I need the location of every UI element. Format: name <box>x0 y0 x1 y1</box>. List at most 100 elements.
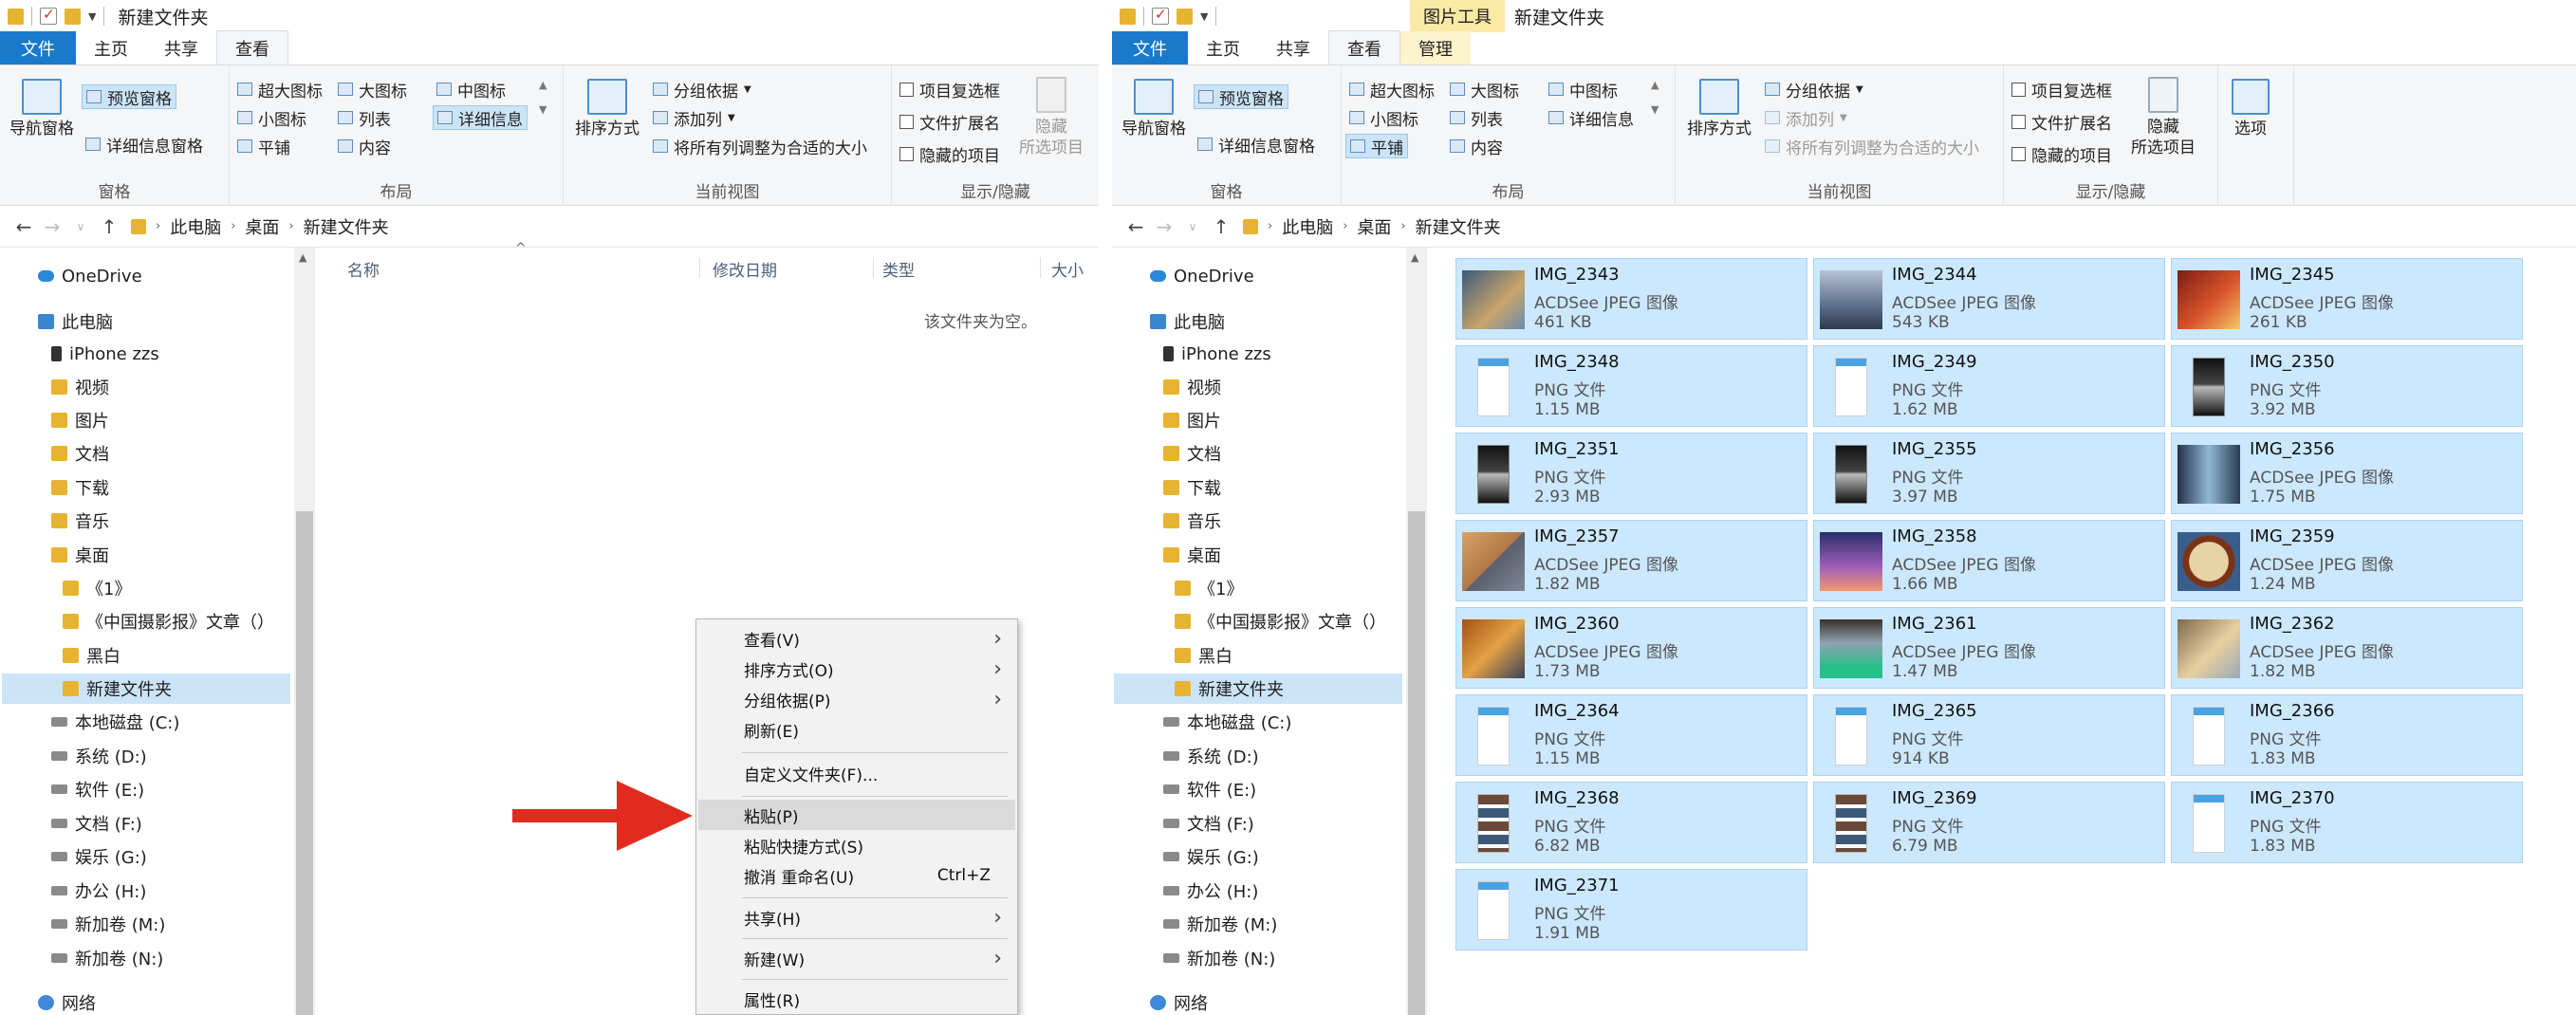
chevron-right-icon[interactable]: › <box>231 219 235 233</box>
up-arrow-icon[interactable]: ↑ <box>1207 215 1235 238</box>
column-header-date[interactable]: 修改日期 <box>713 248 777 289</box>
scrollbar-thumb[interactable] <box>296 511 313 1015</box>
sidebar-item-documents[interactable]: 文档 <box>51 438 119 469</box>
tab-home[interactable]: 主页 <box>1188 31 1258 65</box>
file-tile[interactable]: IMG_2355 PNG 文件 3.97 MB <box>1813 433 2165 514</box>
sidebar-scrollbar[interactable]: ▲ <box>1406 248 1427 1015</box>
column-header-type[interactable]: 类型 <box>882 248 915 289</box>
tab-file[interactable]: 文件 <box>1112 31 1188 65</box>
sidebar-item-desktop[interactable]: 桌面 <box>51 540 119 570</box>
layout-large-icons[interactable]: 大图标 <box>338 77 407 102</box>
hidden-items-toggle[interactable]: 隐藏的项目 <box>2011 141 2112 166</box>
sidebar-scrollbar[interactable]: ▲ <box>294 248 315 1015</box>
breadcrumb-item[interactable]: 新建文件夹 <box>1416 214 1501 239</box>
preview-pane-button[interactable]: 预览窗格 <box>82 84 176 109</box>
group-by-button[interactable]: 分组依据 ▼ <box>1765 77 1863 102</box>
file-tile[interactable]: IMG_2351 PNG 文件 2.93 MB <box>1455 433 1807 514</box>
sidebar-item-drive-n[interactable]: 新加卷 (N:) <box>1163 943 1285 973</box>
gallery-scroll-icon[interactable]: ▲ ▼ <box>1651 79 1659 116</box>
properties-icon[interactable] <box>1152 6 1169 25</box>
sidebar-item-this-pc[interactable]: 此电脑 <box>38 306 122 337</box>
item-checkboxes-toggle[interactable]: 项目复选框 <box>899 77 1000 102</box>
scrollbar-thumb[interactable] <box>1408 511 1425 1015</box>
layout-content[interactable]: 内容 <box>1450 134 1503 158</box>
tab-file[interactable]: 文件 <box>0 31 76 65</box>
back-arrow-icon[interactable]: ← <box>9 215 38 238</box>
file-extensions-toggle[interactable]: 文件扩展名 <box>2011 109 2112 134</box>
recent-dropdown-icon[interactable]: ∨ <box>1178 220 1207 233</box>
sidebar-item-drive-g[interactable]: 娱乐 (G:) <box>1163 841 1269 872</box>
layout-medium-icons[interactable]: 中图标 <box>1548 77 1618 102</box>
up-arrow-icon[interactable]: ↑ <box>95 215 123 238</box>
menu-item-share[interactable]: 共享(H) › <box>698 902 1015 932</box>
options-button[interactable]: 选项 <box>2232 79 2270 139</box>
sidebar-item-folder-1[interactable]: 《1》 <box>1175 573 1252 603</box>
breadcrumb-item[interactable]: 新建文件夹 <box>304 214 389 239</box>
sidebar-item-drive-g[interactable]: 娱乐 (G:) <box>51 841 157 872</box>
sidebar-item-music[interactable]: 音乐 <box>51 506 119 536</box>
chevron-right-icon[interactable]: › <box>1268 219 1272 233</box>
sidebar-item-folder-1[interactable]: 《1》 <box>63 573 140 603</box>
menu-item-refresh[interactable]: 刷新(E) <box>698 714 1015 745</box>
file-extensions-toggle[interactable]: 文件扩展名 <box>899 109 1000 134</box>
hide-selected-button[interactable]: 隐藏 所选项目 <box>1019 77 1084 158</box>
file-tile[interactable]: IMG_2369 PNG 文件 6.79 MB <box>1813 782 2165 863</box>
details-pane-button[interactable]: 详细信息窗格 <box>1197 132 1315 157</box>
breadcrumb-item[interactable]: 此电脑 <box>170 214 221 239</box>
preview-pane-button[interactable]: 预览窗格 <box>1194 84 1288 109</box>
file-tile[interactable]: IMG_2368 PNG 文件 6.82 MB <box>1455 782 1807 863</box>
menu-item-view[interactable]: 查看(V) › <box>698 623 1015 654</box>
gallery-scroll-icon[interactable]: ▲ ▼ <box>539 79 547 116</box>
sidebar-item-iphone[interactable]: iPhone zzs <box>1163 339 1281 369</box>
sidebar-item-drive-c[interactable]: 本地磁盘 (C:) <box>1163 707 1301 737</box>
file-tile[interactable]: IMG_2357 ACDSee JPEG 图像 1.82 MB <box>1455 520 1807 601</box>
tab-view[interactable]: 查看 <box>216 30 288 65</box>
sidebar-item-drive-d[interactable]: 系统 (D:) <box>51 741 157 771</box>
file-tile[interactable]: IMG_2360 ACDSee JPEG 图像 1.73 MB <box>1455 607 1807 689</box>
sidebar-item-folder-bw[interactable]: 黑白 <box>63 640 130 671</box>
recent-dropdown-icon[interactable]: ∨ <box>66 220 95 233</box>
nav-pane-button[interactable]: 导航窗格 <box>1121 79 1186 139</box>
sidebar-item-downloads[interactable]: 下载 <box>51 472 119 503</box>
sidebar-item-network[interactable]: 网络 <box>1150 987 1217 1015</box>
sidebar-item-documents[interactable]: 文档 <box>1163 438 1231 469</box>
layout-list[interactable]: 列表 <box>338 105 391 130</box>
sort-by-button[interactable]: 排序方式 <box>575 79 639 139</box>
menu-item-sort[interactable]: 排序方式(O) › <box>698 654 1015 684</box>
file-tile[interactable]: IMG_2371 PNG 文件 1.91 MB <box>1455 869 1807 950</box>
sidebar-item-downloads[interactable]: 下载 <box>1163 472 1231 503</box>
sidebar-item-drive-f[interactable]: 文档 (F:) <box>51 808 152 839</box>
file-tile[interactable]: IMG_2348 PNG 文件 1.15 MB <box>1455 345 1807 427</box>
breadcrumb-item[interactable]: 桌面 <box>1357 214 1391 239</box>
scroll-up-icon[interactable]: ▲ <box>299 251 306 264</box>
hide-selected-button[interactable]: 隐藏 所选项目 <box>2131 77 2196 158</box>
file-tile[interactable]: IMG_2345 ACDSee JPEG 图像 261 KB <box>2171 258 2523 340</box>
menu-item-group[interactable]: 分组依据(P) › <box>698 684 1015 714</box>
chevron-right-icon[interactable]: › <box>1400 219 1405 233</box>
forward-arrow-icon[interactable]: → <box>1150 215 1178 238</box>
file-tile[interactable]: IMG_2362 ACDSee JPEG 图像 1.82 MB <box>2171 607 2523 689</box>
forward-arrow-icon[interactable]: → <box>38 215 66 238</box>
sidebar-item-drive-d[interactable]: 系统 (D:) <box>1163 741 1269 771</box>
sidebar-item-drive-c[interactable]: 本地磁盘 (C:) <box>51 707 189 737</box>
file-tile[interactable]: IMG_2349 PNG 文件 1.62 MB <box>1813 345 2165 427</box>
item-checkboxes-toggle[interactable]: 项目复选框 <box>2011 77 2112 102</box>
sidebar-item-drive-f[interactable]: 文档 (F:) <box>1163 808 1264 839</box>
layout-xl-icons[interactable]: 超大图标 <box>1349 77 1435 102</box>
menu-item-undo[interactable]: 撤消 重命名(U) Ctrl+Z <box>698 860 1015 891</box>
file-tile[interactable]: IMG_2364 PNG 文件 1.15 MB <box>1455 694 1807 776</box>
sidebar-item-drive-m[interactable]: 新加卷 (M:) <box>51 909 175 939</box>
properties-icon[interactable] <box>40 6 57 25</box>
file-tile[interactable]: IMG_2359 ACDSee JPEG 图像 1.24 MB <box>2171 520 2523 601</box>
file-tile[interactable]: IMG_2350 PNG 文件 3.92 MB <box>2171 345 2523 427</box>
sidebar-item-onedrive[interactable]: OneDrive <box>1150 261 1264 291</box>
layout-medium-icons[interactable]: 中图标 <box>436 77 506 102</box>
fit-columns-button[interactable]: 将所有列调整为合适的大小 <box>653 134 867 158</box>
sidebar-item-drive-m[interactable]: 新加卷 (M:) <box>1163 909 1287 939</box>
layout-details[interactable]: 详细信息 <box>433 105 528 130</box>
sidebar-item-onedrive[interactable]: OneDrive <box>38 261 152 291</box>
file-tile[interactable]: IMG_2344 ACDSee JPEG 图像 543 KB <box>1813 258 2165 340</box>
menu-item-paste-shortcut[interactable]: 粘贴快捷方式(S) <box>698 830 1015 860</box>
sidebar-item-desktop[interactable]: 桌面 <box>1163 540 1231 570</box>
layout-details[interactable]: 详细信息 <box>1548 105 1634 130</box>
